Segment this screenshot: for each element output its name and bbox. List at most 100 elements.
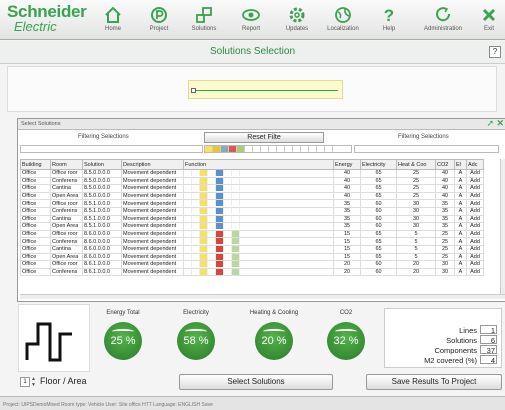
gauge-heating-cooling-label: Heating & Cooling: [249, 310, 299, 316]
table-cell: A: [454, 260, 467, 269]
col-building[interactable]: Building: [20, 159, 51, 170]
table-horizontal-scrollbar[interactable]: [20, 294, 505, 299]
table-cell: Office: [20, 206, 51, 216]
add-button[interactable]: Add: [466, 206, 484, 216]
col-add[interactable]: Adc: [466, 159, 484, 170]
table-cell: A: [454, 237, 467, 246]
table-row[interactable]: Office Cantina 8.5.1.0.0.0 Movement depende…: [20, 214, 484, 224]
table-row[interactable]: Office Open Area 8.5.0.0.0.0 Movement depen…: [20, 191, 484, 201]
gauge-electricity-value: 58 %: [177, 322, 215, 360]
add-button[interactable]: Add: [466, 169, 484, 178]
col-electricity[interactable]: Electricity: [360, 159, 397, 170]
reset-filter-button[interactable]: Reset Filte: [204, 132, 324, 143]
nav-updates[interactable]: Updates: [278, 6, 316, 32]
function-swatch: [200, 216, 208, 222]
select-solutions-button[interactable]: Select Solutions: [179, 374, 333, 390]
filter-right-strip[interactable]: [354, 145, 499, 153]
gauge-co2: CO2 32 %: [316, 310, 376, 360]
table-cell: 5: [396, 244, 436, 254]
table-cell: 25: [396, 191, 436, 201]
function-swatch: [224, 223, 232, 230]
table-cell: 8.6.0.0.0.0: [82, 244, 122, 254]
add-button[interactable]: Add: [466, 222, 484, 231]
function-cell: [183, 169, 334, 178]
add-button[interactable]: Add: [466, 184, 484, 193]
col-energy[interactable]: Energy: [333, 159, 361, 170]
nav-project[interactable]: Project: [140, 6, 178, 32]
solution-diagram: [7, 66, 497, 112]
floor-number-input[interactable]: 1: [20, 377, 30, 387]
nav-solutions[interactable]: Solutions: [185, 6, 223, 32]
add-button[interactable]: Add: [466, 252, 484, 262]
save-results-button[interactable]: Save Results To Project: [366, 374, 502, 390]
filter-function-strip[interactable]: [204, 145, 352, 153]
function-swatch: [216, 208, 224, 215]
gauge-co2-value: 32 %: [327, 322, 365, 360]
table-row[interactable]: Office Office roor 8.5.1.0.0.0 Movement dep…: [20, 199, 484, 208]
add-button[interactable]: Add: [466, 214, 484, 224]
table-cell: Office: [20, 191, 51, 201]
add-button[interactable]: Add: [466, 191, 484, 201]
table-cell: 60: [360, 214, 397, 224]
table-row[interactable]: Office Office roor 8.6.0.0.0.0 Movement dep…: [20, 229, 484, 239]
table-row[interactable]: Office Open Area 8.5.1.0.0.0 Movement depen…: [20, 222, 484, 231]
close-icon[interactable]: ✕: [496, 118, 504, 129]
col-function[interactable]: Function: [183, 159, 334, 170]
floor-stepper[interactable]: ▲ ▼: [31, 376, 36, 388]
nav-exit-label: Exit: [483, 26, 494, 32]
table-row[interactable]: Office Cantina 8.5.0.0.0.0 Movement depende…: [20, 184, 484, 193]
nav-localization[interactable]: Localization: [324, 6, 362, 32]
nav-report[interactable]: Report: [232, 6, 270, 32]
table-cell: 30: [435, 267, 455, 277]
panel-title: Select Solutions: [21, 121, 61, 127]
nav-exit[interactable]: Exit: [475, 6, 503, 32]
add-button[interactable]: Add: [466, 229, 484, 239]
table-row[interactable]: Office Office roor 8.5.0.0.0.0 Movement dep…: [20, 169, 484, 178]
table-cell: 40: [435, 184, 455, 193]
col-el[interactable]: El: [454, 159, 467, 170]
table-row[interactable]: Office Conferens 8.6.1.0.0.0 Movement depen…: [20, 267, 484, 277]
add-button[interactable]: Add: [466, 267, 484, 277]
add-button[interactable]: Add: [466, 176, 484, 186]
add-button[interactable]: Add: [466, 237, 484, 246]
table-cell: Movement dependent: [121, 260, 184, 269]
diagram-line: [195, 90, 338, 91]
floor-area-label: Floor / Area: [40, 376, 87, 386]
table-cell: 8.6.0.0.0.0: [82, 252, 122, 262]
function-swatch: [232, 261, 240, 268]
nav-help[interactable]: ? Help: [370, 6, 408, 32]
table-row[interactable]: Office Office roor 8.6.1.0.0.0 Movement dep…: [20, 260, 484, 269]
function-swatch: [184, 200, 192, 207]
table-cell: 40: [435, 191, 455, 201]
nav-home[interactable]: Home: [94, 6, 132, 32]
diagram-node[interactable]: [191, 88, 196, 93]
table-cell: Office: [20, 214, 51, 224]
col-co2[interactable]: CO2: [435, 159, 455, 170]
diagram-line-box[interactable]: [188, 80, 343, 99]
col-heat-cool[interactable]: Heat & Coo: [396, 159, 436, 170]
table-row[interactable]: Office Cantina 8.6.0.0.0.0 Movement depende…: [20, 244, 484, 254]
stat-m2-covered-label: M2 covered (%): [424, 356, 477, 365]
table-cell: 35: [333, 222, 361, 231]
function-swatch: [192, 253, 200, 260]
nav-administration[interactable]: Administration: [419, 6, 467, 32]
col-description[interactable]: Description: [121, 159, 184, 170]
arrow-up-icon[interactable]: ➚: [486, 118, 494, 129]
col-room[interactable]: Room: [50, 159, 83, 170]
function-swatch: [192, 261, 200, 268]
filter-left-strip[interactable]: [20, 145, 203, 153]
table-row[interactable]: Office Open Area 8.6.0.0.0.0 Movement depen…: [20, 252, 484, 262]
table-row[interactable]: Office Conferens 8.5.0.0.0.0 Movement depen…: [20, 176, 484, 186]
add-button[interactable]: Add: [466, 244, 484, 254]
help-button[interactable]: ?: [489, 46, 501, 58]
function-swatch: [224, 200, 232, 207]
function-swatch: [184, 261, 192, 268]
function-swatch: [208, 208, 216, 215]
table-vertical-scrollbar[interactable]: [500, 159, 505, 294]
col-solution[interactable]: Solution: [82, 159, 122, 170]
table-row[interactable]: Office Conferens 8.5.1.0.0.0 Movement depen…: [20, 206, 484, 216]
add-button[interactable]: Add: [466, 199, 484, 208]
add-button[interactable]: Add: [466, 260, 484, 269]
filter-left-label: Filtering Selections: [78, 134, 129, 140]
table-row[interactable]: Office Conferens 8.6.0.0.0.0 Movement depen…: [20, 237, 484, 246]
